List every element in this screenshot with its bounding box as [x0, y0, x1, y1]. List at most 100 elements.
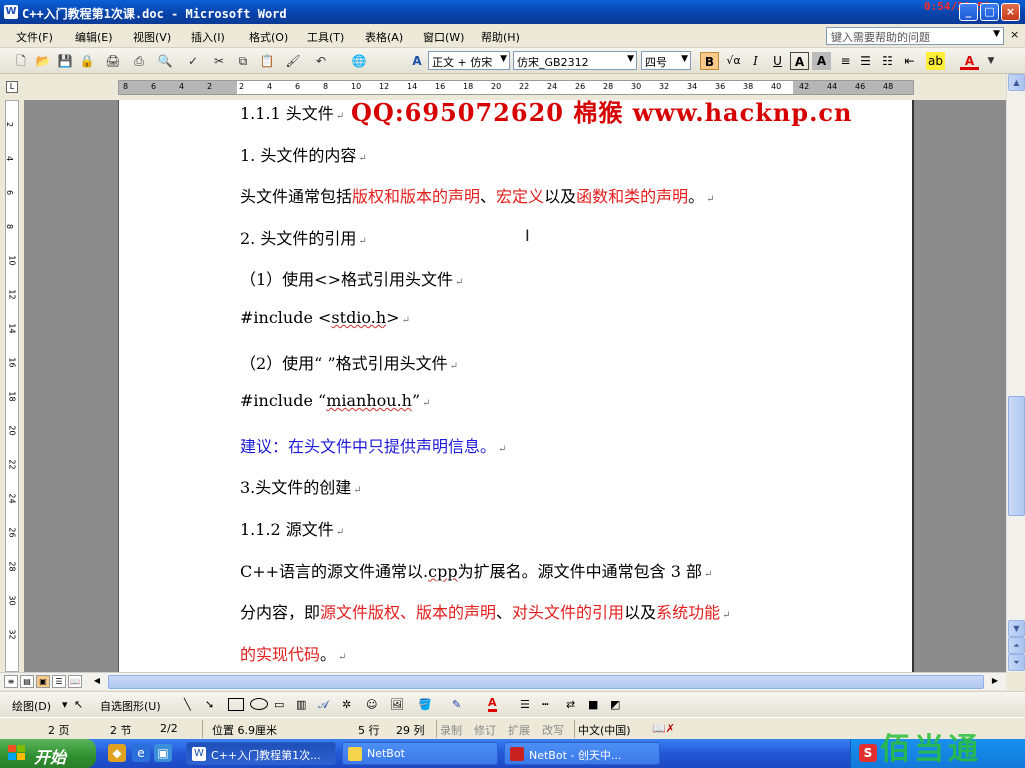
scroll-up-icon[interactable]: ▲ [1008, 74, 1025, 91]
highlight-icon[interactable]: ab [926, 52, 945, 70]
new-document-icon[interactable]: 🗋 [12, 52, 30, 70]
copy-icon[interactable]: ⧉ [234, 52, 252, 70]
menu-table[interactable]: 表格(A) [365, 29, 403, 45]
arrow-icon[interactable]: ➘ [205, 698, 214, 711]
font-combo[interactable]: 仿宋_GB2312 ▼ [513, 51, 637, 70]
save-icon[interactable]: 💾 [56, 52, 74, 70]
spelling-icon[interactable]: ✓ [184, 52, 202, 70]
justify-icon[interactable]: ≡ [836, 52, 855, 70]
format-painter-icon[interactable]: 🖌 [284, 52, 302, 70]
vertical-textbox-icon[interactable]: ▥ [296, 698, 306, 711]
style-combo[interactable]: 正文 + 仿宋 ▼ [428, 51, 510, 70]
vertical-ruler[interactable]: 2 4 6 8 10 12 14 16 18 20 22 24 26 28 30 32 [0, 100, 24, 672]
fill-color-icon[interactable]: 🪣 [418, 698, 432, 711]
undo-icon[interactable]: ↶ [312, 52, 330, 70]
paste-icon[interactable]: 📋 [258, 52, 276, 70]
outline-view-icon[interactable]: ☰ [52, 675, 66, 688]
start-button[interactable]: 开始 [0, 739, 96, 768]
diagram-icon[interactable]: ✲ [342, 698, 351, 711]
select-objects-icon[interactable]: ↖ [74, 698, 83, 711]
styles-pane-icon[interactable]: A [408, 52, 426, 70]
menu-window[interactable]: 窗口(W) [423, 29, 464, 45]
draw-menu-button[interactable]: 绘图(D) [12, 698, 51, 714]
char-shading-button[interactable]: A [812, 52, 831, 70]
status-language[interactable]: 中文(中国) [578, 722, 631, 738]
scroll-left-icon[interactable]: ◀ [90, 675, 104, 688]
menu-help[interactable]: 帮助(H) [481, 29, 520, 45]
rectangle-icon[interactable] [228, 698, 244, 711]
status-overtype[interactable]: 改写 [542, 722, 564, 738]
task-word[interactable]: W C++入门教程第1次... [186, 742, 336, 765]
print-view-icon[interactable]: ▣ [36, 675, 50, 688]
decrease-indent-icon[interactable]: ⇤ [900, 52, 919, 70]
menu-tools[interactable]: 工具(T) [307, 29, 344, 45]
help-search-input[interactable]: 键入需要帮助的问题 ▼ [826, 27, 1004, 45]
show-desktop-icon[interactable]: ▣ [154, 744, 172, 762]
menu-edit[interactable]: 编辑(E) [75, 29, 113, 45]
vertical-scrollbar[interactable]: ▲ ▼ ⏶ ⏷ [1006, 74, 1025, 672]
equation-icon[interactable]: √α [724, 52, 743, 70]
status-extend[interactable]: 扩展 [508, 722, 530, 738]
scroll-thumb[interactable] [1008, 396, 1025, 516]
permission-icon[interactable]: 🔒 [78, 52, 96, 70]
reading-view-icon[interactable]: 📖 [68, 675, 82, 688]
line-style-icon[interactable]: ☰ [520, 698, 530, 711]
shadow-icon[interactable]: ■ [588, 698, 598, 711]
oval-icon[interactable] [250, 698, 268, 710]
menu-format[interactable]: 格式(O) [249, 29, 288, 45]
document-page[interactable]: 1.1.1 头文件 ↵ 1. 头文件的内容 ↵ 头文件通常包括版权和版本的声明、宏定义以… [118, 98, 914, 672]
next-page-icon[interactable]: ⏷ [1008, 654, 1025, 671]
font-color-button[interactable]: A [960, 52, 979, 70]
open-folder-icon[interactable]: 📂 [34, 52, 52, 70]
clipart-icon[interactable]: ☺ [366, 698, 377, 711]
tab-stop-selector-icon[interactable]: L [6, 81, 18, 93]
status-record[interactable]: 录制 [440, 722, 462, 738]
chevron-down-icon[interactable]: ▼ [982, 52, 1000, 70]
maximize-button[interactable]: □ [980, 3, 999, 21]
picture-icon[interactable]: 🖼 [390, 698, 404, 711]
close-button[interactable]: × [1001, 3, 1020, 21]
menu-insert[interactable]: 插入(I) [191, 29, 225, 45]
bullets-icon[interactable]: ☷ [878, 52, 897, 70]
print-preview-icon[interactable]: 🖨 [104, 52, 122, 70]
arrow-style-icon[interactable]: ⇄ [566, 698, 575, 711]
scroll-down-icon[interactable]: ▼ [1008, 620, 1025, 637]
previous-page-icon[interactable]: ⏶ [1008, 637, 1025, 654]
hyperlink-icon[interactable]: 🌐 [350, 52, 368, 70]
3d-icon[interactable]: ◩ [610, 698, 620, 711]
spell-check-icon[interactable]: 📖✗ [652, 722, 675, 735]
menu-file[interactable]: 文件(F) [16, 29, 53, 45]
close-document-icon[interactable]: × [1010, 28, 1019, 41]
sogou-icon[interactable]: S [859, 744, 877, 762]
quicklaunch-app-icon[interactable]: ◆ [108, 744, 126, 762]
textbox-icon[interactable]: ▭ [274, 698, 284, 711]
chevron-down-icon[interactable]: ▾ [62, 698, 68, 711]
horizontal-scrollbar[interactable]: ≡ ▤ ▣ ☰ 📖 ◀ ▶ [0, 672, 1006, 690]
chevron-down-icon[interactable]: ▼ [993, 29, 1000, 39]
autoshapes-button[interactable]: 自选图形(U) [100, 698, 161, 714]
line-color-icon[interactable]: ✎ [452, 698, 461, 711]
scroll-right-icon[interactable]: ▶ [988, 675, 1002, 688]
cut-icon[interactable]: ✂ [210, 52, 228, 70]
h-scroll-thumb[interactable] [108, 675, 984, 689]
line-icon[interactable]: ╲ [184, 698, 191, 711]
numbering-icon[interactable]: ☰ [856, 52, 875, 70]
word-icon[interactable]: W [4, 5, 18, 19]
font-size-combo[interactable]: 四号 ▼ [641, 51, 691, 70]
normal-view-icon[interactable]: ≡ [4, 675, 18, 688]
status-track[interactable]: 修订 [474, 722, 496, 738]
minimize-button[interactable]: _ [959, 3, 978, 21]
web-view-icon[interactable]: ▤ [20, 675, 34, 688]
bold-button[interactable]: B [700, 52, 719, 70]
dash-style-icon[interactable]: ┅ [542, 698, 549, 711]
draw-font-color-icon[interactable]: A [488, 696, 497, 712]
char-border-button[interactable]: A [790, 52, 809, 70]
wordart-icon[interactable]: 𝒜 [318, 698, 328, 712]
menu-view[interactable]: 视图(V) [133, 29, 171, 45]
research-icon[interactable]: 🔍 [156, 52, 174, 70]
ie-icon[interactable]: e [132, 744, 150, 762]
underline-button[interactable]: U [768, 52, 787, 70]
print-icon[interactable]: ⎙ [130, 52, 148, 70]
task-netbot[interactable]: NetBot [342, 742, 498, 765]
italic-button[interactable]: I [746, 52, 765, 70]
